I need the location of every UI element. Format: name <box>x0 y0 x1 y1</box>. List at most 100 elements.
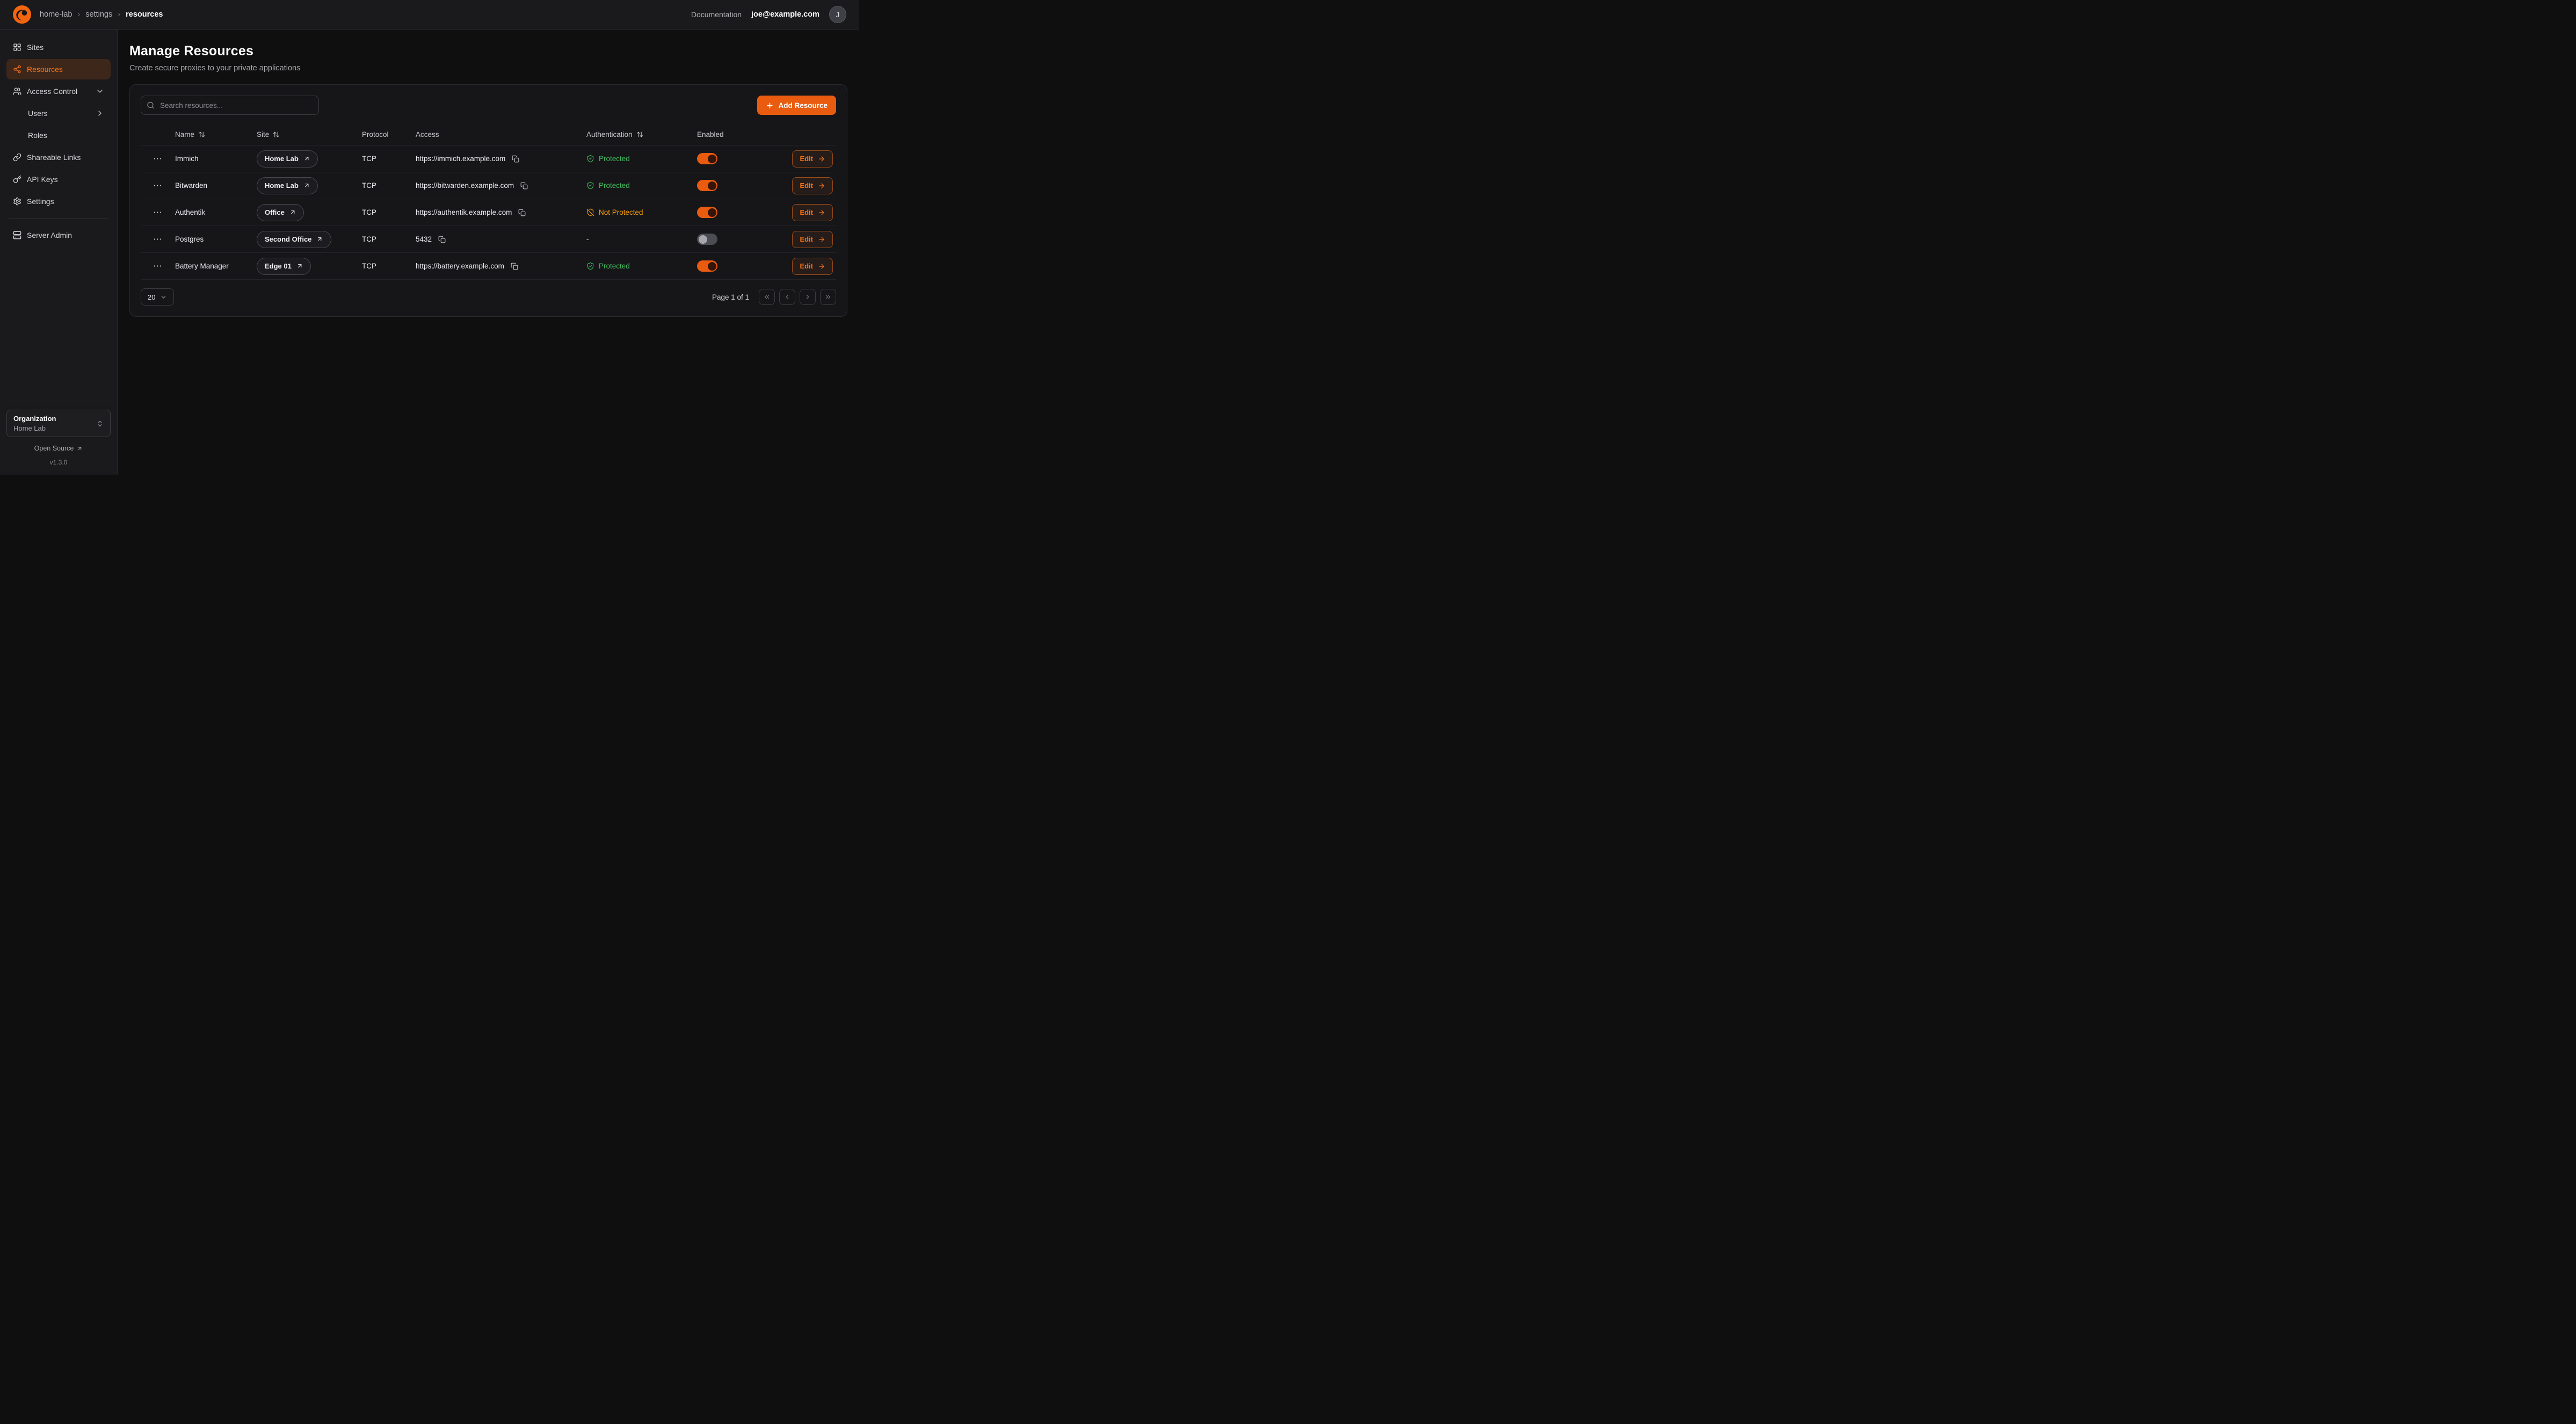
sort-icon[interactable] <box>636 131 643 138</box>
enabled-toggle[interactable] <box>697 207 717 218</box>
pangolin-logo-icon <box>13 5 31 24</box>
add-resource-label: Add Resource <box>778 101 828 110</box>
sidebar-item-label: Settings <box>27 197 54 206</box>
search-input[interactable] <box>141 96 319 115</box>
link-icon <box>13 153 21 162</box>
sidebar-item-users[interactable]: Users <box>6 103 111 123</box>
column-header-label: Site <box>257 130 269 139</box>
row-menu-button[interactable]: ⋯ <box>149 152 167 165</box>
chevron-right-icon <box>96 109 104 118</box>
sort-icon[interactable] <box>273 131 280 138</box>
user-avatar[interactable]: J <box>829 6 846 23</box>
prev-page-button[interactable] <box>779 289 795 305</box>
copy-button[interactable] <box>437 235 447 244</box>
table-row: ⋯ Immich Home Lab TCP https://immich.exa… <box>141 145 836 172</box>
page-size-select[interactable]: 20 <box>141 288 174 306</box>
copy-button[interactable] <box>517 208 527 217</box>
resource-protocol: TCP <box>362 235 416 243</box>
copy-button[interactable] <box>519 181 529 191</box>
page-info: Page 1 of 1 <box>712 293 749 301</box>
edit-button[interactable]: Edit <box>792 231 833 248</box>
documentation-link[interactable]: Documentation <box>691 10 742 19</box>
table-row: ⋯ Postgres Second Office TCP 5432 - <box>141 226 836 252</box>
site-link[interactable]: Edge 01 <box>257 258 311 275</box>
enabled-toggle[interactable] <box>697 153 717 164</box>
edit-button[interactable]: Edit <box>792 177 833 194</box>
copy-icon <box>438 236 446 243</box>
sidebar-item-sites[interactable]: Sites <box>6 37 111 57</box>
edit-label: Edit <box>800 181 813 190</box>
copy-icon <box>518 209 526 216</box>
sidebar: Sites Resources Access Control Users Rol… <box>0 30 118 475</box>
site-link[interactable]: Office <box>257 204 304 221</box>
sidebar-item-label: Sites <box>27 43 43 52</box>
next-page-button[interactable] <box>800 289 816 305</box>
site-link[interactable]: Home Lab <box>257 177 318 194</box>
sidebar-item-label: Users <box>28 109 48 118</box>
table-row: ⋯ Bitwarden Home Lab TCP https://bitward… <box>141 172 836 199</box>
column-header-label: Enabled <box>697 130 724 139</box>
external-link-icon <box>303 155 310 162</box>
sidebar-item-roles[interactable]: Roles <box>6 125 111 146</box>
sidebar-divider <box>9 218 108 219</box>
topbar: home-lab › settings › resources Document… <box>0 0 859 30</box>
page-subtitle: Create secure proxies to your private ap… <box>129 64 847 72</box>
resource-name: Postgres <box>175 235 257 243</box>
ellipsis-icon: ⋯ <box>153 154 163 164</box>
row-menu-button[interactable]: ⋯ <box>149 233 167 246</box>
resource-protocol: TCP <box>362 155 416 163</box>
auth-status-label: Not Protected <box>599 208 643 216</box>
breadcrumb-current-page: resources <box>126 10 163 19</box>
row-menu-button[interactable]: ⋯ <box>149 259 167 273</box>
enabled-toggle[interactable] <box>697 234 717 245</box>
row-menu-button[interactable]: ⋯ <box>149 179 167 192</box>
enabled-toggle[interactable] <box>697 260 717 272</box>
copy-button[interactable] <box>511 154 520 164</box>
page-size-value: 20 <box>148 293 155 301</box>
breadcrumb-settings[interactable]: settings <box>85 10 112 19</box>
column-header-label: Protocol <box>362 130 389 139</box>
edit-button[interactable]: Edit <box>792 258 833 275</box>
column-header-name[interactable]: Name <box>175 130 257 139</box>
auth-status: - <box>586 235 589 243</box>
open-source-link[interactable]: Open Source <box>6 445 111 452</box>
edit-label: Edit <box>800 235 813 243</box>
breadcrumb-separator: › <box>77 10 80 19</box>
server-icon <box>13 231 21 239</box>
breadcrumb: home-lab › settings › resources <box>40 10 163 19</box>
edit-button[interactable]: Edit <box>792 150 833 168</box>
sidebar-item-api-keys[interactable]: API Keys <box>6 169 111 190</box>
edit-label: Edit <box>800 208 813 216</box>
copy-button[interactable] <box>510 261 519 271</box>
sidebar-item-resources[interactable]: Resources <box>6 59 111 79</box>
site-link[interactable]: Home Lab <box>257 150 318 168</box>
breadcrumb-separator: › <box>118 10 120 19</box>
sidebar-item-settings[interactable]: Settings <box>6 191 111 212</box>
organization-selector[interactable]: Organization Home Lab <box>6 410 111 437</box>
auth-status-label: Protected <box>599 155 630 163</box>
app-logo[interactable] <box>13 5 31 24</box>
row-menu-button[interactable]: ⋯ <box>149 206 167 219</box>
enabled-toggle[interactable] <box>697 180 717 191</box>
first-page-button[interactable] <box>759 289 775 305</box>
column-header-protocol: Protocol <box>362 130 416 139</box>
site-link-label: Edge 01 <box>265 262 292 270</box>
edit-button[interactable]: Edit <box>792 204 833 221</box>
copy-icon <box>511 263 518 270</box>
column-header-authentication[interactable]: Authentication <box>586 130 697 139</box>
column-header-site[interactable]: Site <box>257 130 362 139</box>
table-row: ⋯ Authentik Office TCP https://authentik… <box>141 199 836 226</box>
add-resource-button[interactable]: Add Resource <box>757 96 836 115</box>
pagination: Page 1 of 1 <box>712 289 836 305</box>
site-link[interactable]: Second Office <box>257 231 331 248</box>
sidebar-item-access-control[interactable]: Access Control <box>6 81 111 101</box>
last-page-button[interactable] <box>820 289 836 305</box>
main-content: Manage Resources Create secure proxies t… <box>118 30 859 475</box>
resource-access: 5432 <box>416 235 432 243</box>
user-email[interactable]: joe@example.com <box>751 10 819 19</box>
sidebar-item-shareable-links[interactable]: Shareable Links <box>6 147 111 168</box>
breadcrumb-org[interactable]: home-lab <box>40 10 72 19</box>
sidebar-item-server-admin[interactable]: Server Admin <box>6 225 111 245</box>
resource-name: Battery Manager <box>175 262 257 270</box>
sort-icon[interactable] <box>198 131 205 138</box>
